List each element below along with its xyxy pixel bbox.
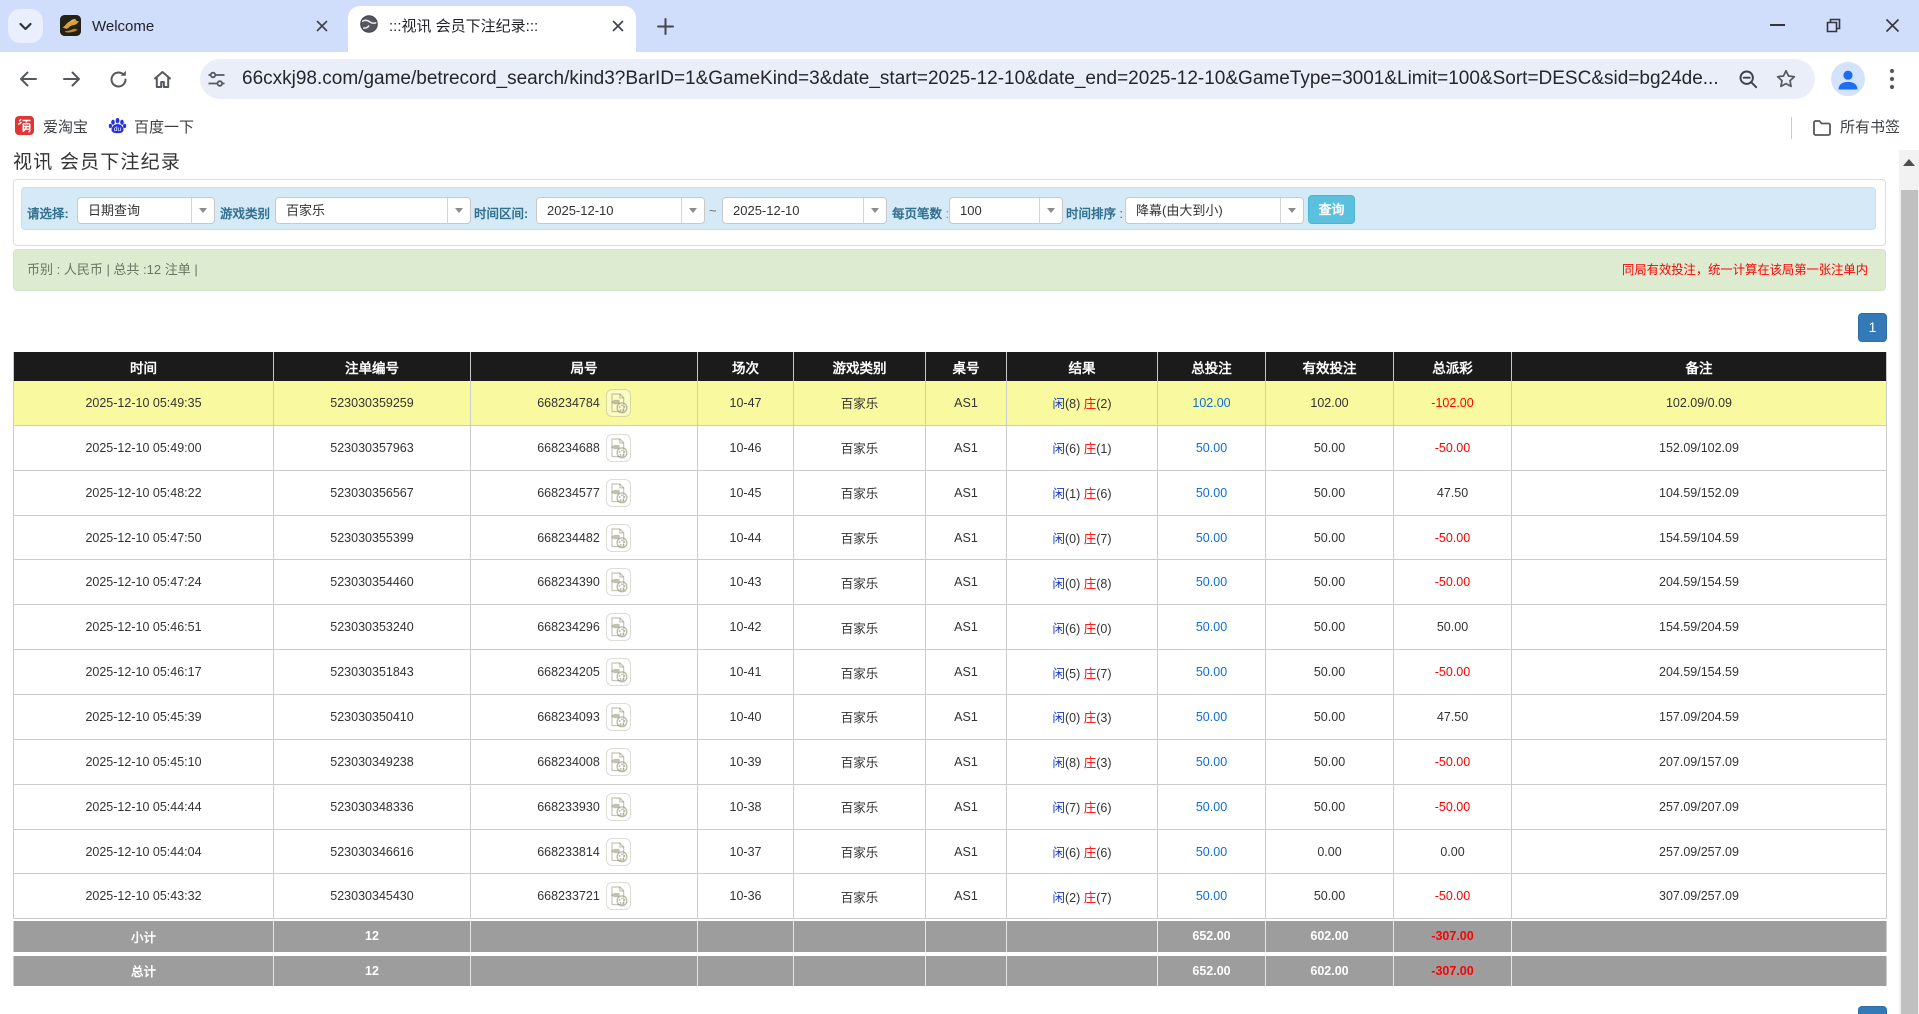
svg-text:du: du [114, 126, 122, 133]
